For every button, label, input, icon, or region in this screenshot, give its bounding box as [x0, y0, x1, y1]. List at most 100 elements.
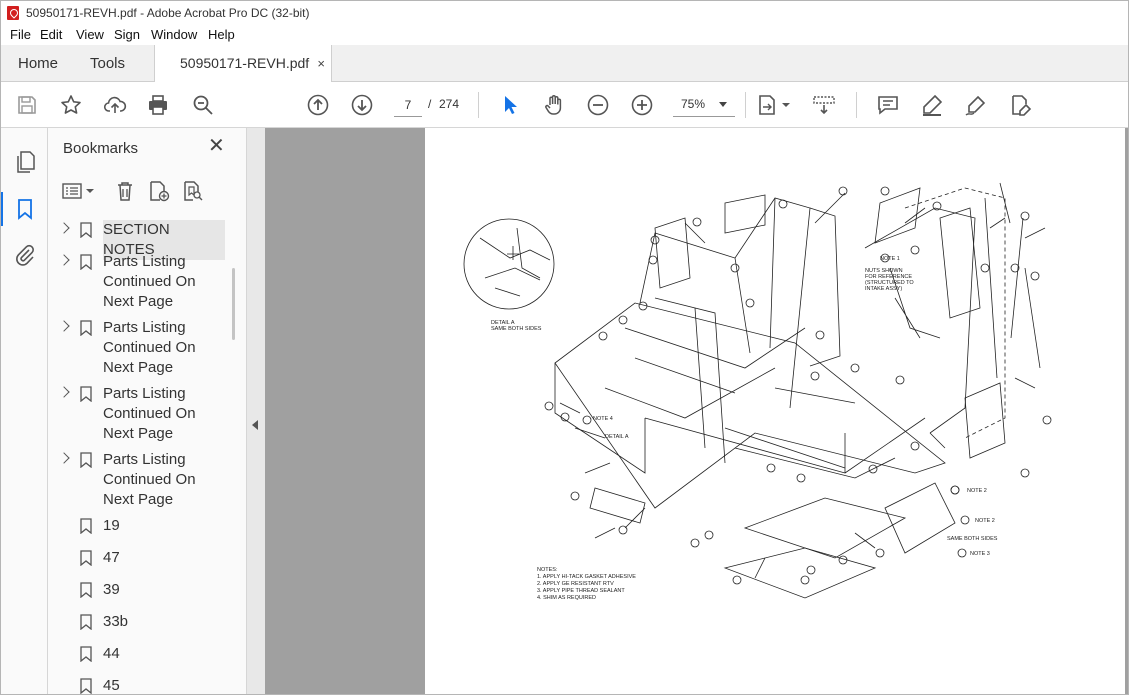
menu-edit[interactable]: Edit — [40, 27, 62, 42]
menu-sign[interactable]: Sign — [114, 27, 140, 42]
document-viewer[interactable]: DETAIL A SAME BOTH SIDES DETAIL A NOTE 4… — [265, 128, 1129, 695]
tab-close-icon[interactable]: × — [317, 45, 325, 82]
panel-collapse-handle[interactable] — [247, 128, 265, 695]
note-line: 3. APPLY PIPE THREAD SEALANT — [537, 588, 625, 594]
page-total: 274 — [439, 97, 460, 111]
bookmark-icon[interactable] — [13, 197, 37, 221]
exploded-parts-drawing: DETAIL A SAME BOTH SIDES DETAIL A NOTE 4… — [463, 182, 1052, 601]
menu-view[interactable]: View — [76, 27, 104, 42]
bookmark-label: 44 — [103, 645, 120, 662]
bookmark-item[interactable]: SECTION NOTES — [58, 220, 230, 260]
options-menu-icon[interactable] — [62, 180, 98, 202]
bookmark-item[interactable]: 47 — [58, 548, 230, 570]
bookmark-icon — [80, 320, 92, 336]
menu-window[interactable]: Window — [151, 27, 197, 42]
chevron-right-icon[interactable] — [58, 452, 70, 464]
new-bookmark-icon[interactable] — [148, 180, 170, 202]
bookmark-label: 47 — [103, 549, 120, 566]
bookmark-label: 39 — [103, 581, 120, 598]
menu-bar: File Edit View Sign Window Help — [0, 25, 1129, 45]
bookmark-search-icon[interactable] — [182, 180, 204, 202]
pdf-page: DETAIL A SAME BOTH SIDES DETAIL A NOTE 4… — [425, 128, 1125, 695]
page-number-input[interactable] — [394, 93, 422, 117]
same-both-sides-caption: SAME BOTH SIDES — [947, 536, 998, 542]
bookmarks-list: SECTION NOTES Parts Listing Continued On… — [58, 216, 230, 695]
comment-icon[interactable] — [876, 93, 900, 117]
page-thumbnails-icon[interactable] — [13, 150, 37, 174]
active-indicator — [0, 192, 3, 226]
chevron-left-icon — [252, 420, 258, 430]
note-reference: NOTE 2 — [975, 518, 995, 524]
bookmark-item[interactable]: 39 — [58, 580, 230, 602]
tab-tools[interactable]: Tools — [90, 45, 125, 82]
note-reference: NOTE 4 — [593, 416, 613, 422]
zoom-in-icon[interactable] — [630, 93, 654, 117]
print-icon[interactable] — [146, 93, 170, 117]
bookmark-icon — [80, 550, 92, 566]
sign-icon[interactable] — [964, 93, 988, 117]
select-arrow-icon[interactable] — [498, 93, 522, 117]
bookmark-icon — [80, 254, 92, 270]
bookmark-item[interactable]: 19 — [58, 516, 230, 538]
bookmarks-scrollbar[interactable] — [232, 268, 235, 340]
next-page-icon[interactable] — [350, 93, 374, 117]
bookmark-label: Parts Listing Continued On Next Page — [103, 385, 196, 442]
note-reference: NOTE 3 — [970, 551, 990, 557]
note-line: 2. APPLY GE RESISTANT RTV — [537, 581, 614, 587]
toolbar-divider — [478, 92, 479, 118]
detail-reference: DETAIL A — [605, 434, 629, 440]
paperclip-icon[interactable] — [13, 243, 37, 267]
star-icon[interactable] — [59, 93, 83, 117]
toolbar: / 274 75% — [0, 82, 1129, 128]
note-reference: NOTE 2 — [967, 488, 987, 494]
hand-icon[interactable] — [542, 93, 566, 117]
bookmark-icon — [80, 222, 92, 238]
prev-page-icon[interactable] — [306, 93, 330, 117]
page-separator: / — [428, 97, 432, 111]
bookmark-item[interactable]: 33b — [58, 612, 230, 634]
chevron-right-icon[interactable] — [58, 254, 70, 266]
menu-file[interactable]: File — [10, 27, 31, 42]
bookmark-label: Parts Listing Continued On Next Page — [103, 451, 196, 508]
bookmarks-title: Bookmarks — [63, 140, 139, 157]
menu-help[interactable]: Help — [208, 27, 235, 42]
note-line: 1. APPLY HI-TACK GASKET ADHESIVE — [537, 574, 636, 580]
zoom-dropdown[interactable]: 75% — [673, 93, 735, 117]
title-bar: 50950171-REVH.pdf - Adobe Acrobat Pro DC… — [0, 0, 1129, 25]
bookmark-item[interactable]: 44 — [58, 644, 230, 666]
bookmark-label: 19 — [103, 517, 120, 534]
note-reference: NOTE 1 — [880, 256, 900, 262]
scroll-mode-icon[interactable] — [812, 93, 836, 117]
chevron-right-icon[interactable] — [58, 386, 70, 398]
note-line: 4. SHIM AS REQUIRED — [537, 595, 596, 601]
tab-document[interactable]: 50950171-REVH.pdf × — [154, 45, 332, 83]
highlight-pen-icon[interactable] — [920, 93, 944, 117]
close-icon[interactable]: ✕ — [208, 136, 225, 156]
delete-bookmark-icon[interactable] — [114, 180, 136, 202]
fit-page-icon[interactable] — [756, 93, 792, 117]
tab-home[interactable]: Home — [18, 45, 58, 82]
bookmark-item[interactable]: Parts Listing Continued On Next Page — [58, 450, 230, 512]
zoom-value: 75% — [681, 97, 706, 111]
tab-bar: Home Tools 50950171-REVH.pdf × — [0, 45, 1129, 83]
bookmark-item[interactable]: Parts Listing Continued On Next Page — [58, 318, 230, 380]
bookmark-icon — [80, 518, 92, 534]
bookmark-item[interactable]: Parts Listing Continued On Next Page — [58, 384, 230, 446]
nuts-note: INTAKE ASSY) — [865, 286, 902, 292]
detail-caption: SAME BOTH SIDES — [491, 326, 542, 332]
upload-icon[interactable] — [103, 93, 127, 117]
navigation-rail — [0, 128, 48, 695]
save-icon[interactable] — [15, 93, 39, 117]
bookmark-label: 45 — [103, 677, 120, 694]
bookmark-item[interactable]: Parts Listing Continued On Next Page — [58, 252, 230, 314]
notes-title: NOTES: — [537, 567, 558, 573]
bookmark-item[interactable]: 45 — [58, 676, 230, 695]
zoom-search-icon[interactable] — [191, 93, 215, 117]
bookmarks-panel: Bookmarks ✕ SECTION NOTES Parts Listing … — [48, 128, 247, 695]
bookmark-icon — [80, 582, 92, 598]
bookmark-label: Parts Listing Continued On Next Page — [103, 319, 196, 376]
zoom-out-icon[interactable] — [586, 93, 610, 117]
chevron-right-icon[interactable] — [58, 320, 70, 332]
chevron-right-icon[interactable] — [58, 222, 70, 234]
edit-pdf-icon[interactable] — [1008, 93, 1032, 117]
